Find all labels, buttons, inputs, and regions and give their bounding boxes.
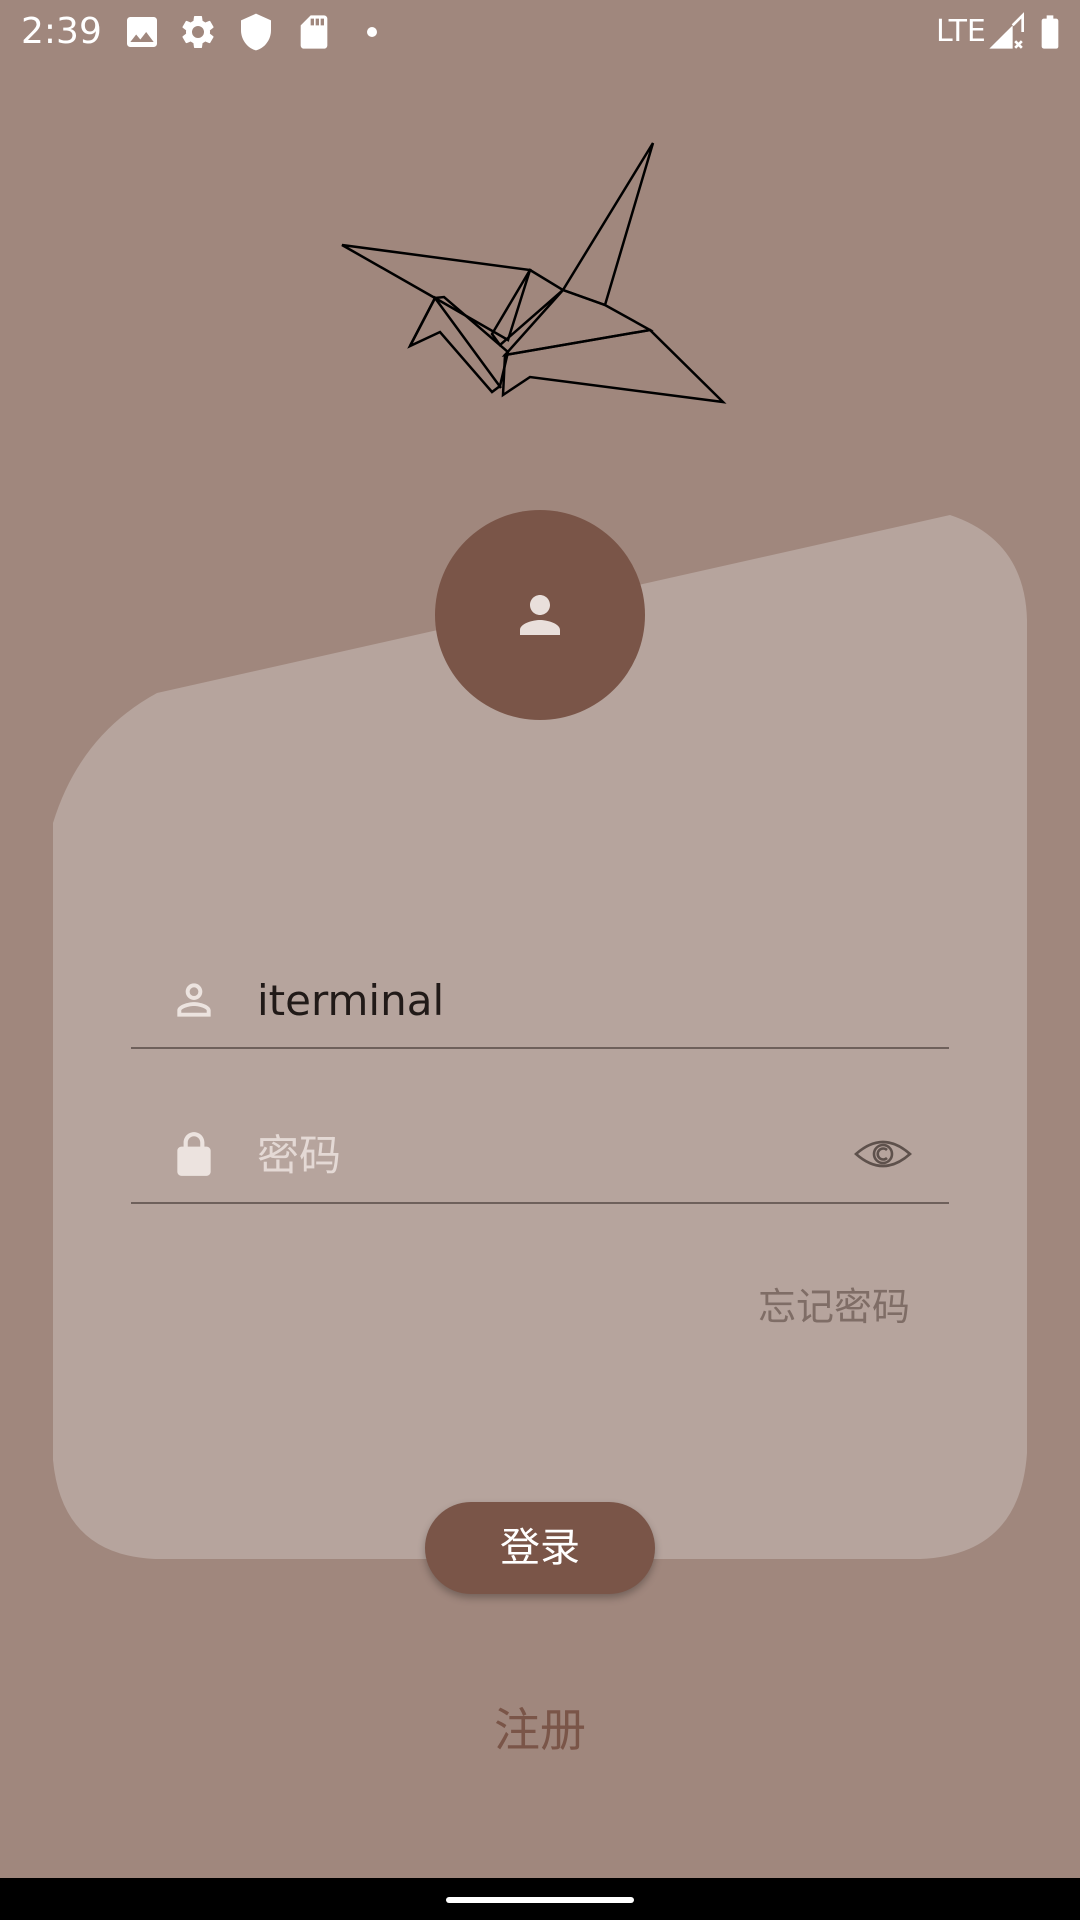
register-link[interactable]: 注册	[440, 1700, 640, 1760]
forgot-password-link[interactable]: 忘记密码	[740, 1280, 910, 1334]
password-input[interactable]: 密码	[257, 1128, 341, 1184]
person-outline-icon	[177, 983, 211, 1017]
username-input[interactable]: iterminal	[257, 973, 444, 1029]
password-field[interactable]: 密码	[131, 1110, 949, 1204]
eye-icon[interactable]	[853, 1134, 913, 1174]
avatar[interactable]	[435, 510, 645, 720]
home-indicator[interactable]	[446, 1897, 634, 1903]
lock-icon	[177, 1132, 211, 1176]
username-field[interactable]: iterminal	[131, 955, 949, 1049]
person-icon	[520, 595, 560, 635]
login-button[interactable]: 登录	[425, 1502, 655, 1594]
